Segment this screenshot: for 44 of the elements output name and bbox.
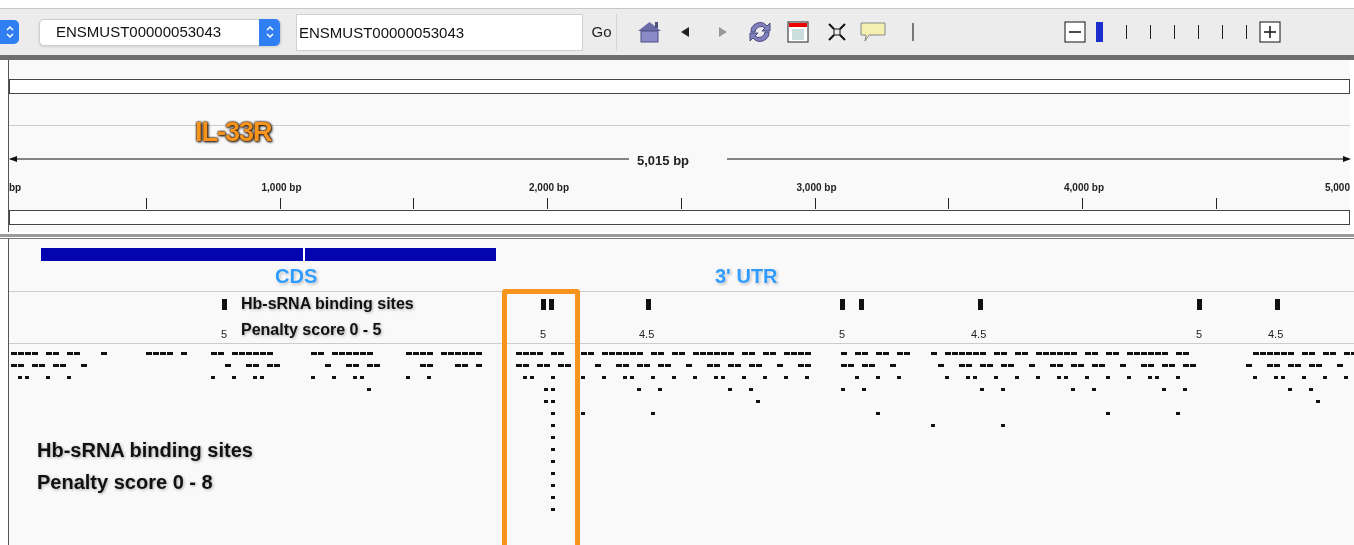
home-icon[interactable] — [636, 20, 663, 44]
score-label: 5 — [540, 327, 547, 342]
track-label: Hb-sRNA binding sites — [241, 294, 414, 314]
score-label: 4.5 — [639, 327, 655, 342]
fit-icon[interactable] — [828, 23, 846, 41]
zoom-slider-thumb[interactable] — [1096, 22, 1103, 42]
track-label: Penalty score 0 - 5 — [241, 320, 383, 340]
go-button[interactable]: Go — [587, 13, 617, 51]
site-marker — [840, 299, 845, 310]
zoom-slider[interactable] — [1096, 21, 1247, 43]
region-label: 3' UTR — [715, 264, 778, 289]
score-label: 4.5 — [971, 327, 987, 342]
span-label: 5,015 bp — [637, 152, 690, 170]
site-marker — [1197, 299, 1202, 310]
site-marker — [859, 299, 864, 310]
tick-label: 1,000 bp — [261, 181, 302, 195]
track-label: Hb-sRNA binding sites — [37, 439, 253, 461]
site-marker — [1275, 299, 1280, 310]
zoom-out-icon[interactable] — [1064, 21, 1086, 43]
locus-select[interactable]: ENSMUST00000053043 — [39, 18, 281, 46]
tick-label: 2,000 bp — [529, 181, 570, 195]
gene-annotation: IL-33R — [195, 116, 272, 149]
score-label: 4.5 — [1268, 327, 1284, 342]
region-icon[interactable] — [787, 21, 809, 43]
score-label: 5 — [1196, 327, 1203, 342]
tick-label: 4,000 bp — [1064, 181, 1105, 195]
stepper-icon — [259, 18, 280, 46]
tick-label: 5,000 — [1324, 181, 1350, 195]
back-icon[interactable] — [680, 26, 690, 38]
site-marker — [222, 299, 227, 310]
track-label: Penalty score 0 - 8 — [37, 471, 214, 493]
score-label: 5 — [221, 327, 228, 342]
site-marker — [541, 299, 546, 310]
tick-label: 3,000 bp — [796, 181, 837, 195]
tick-label: bp — [9, 181, 22, 195]
region-label: CDS — [275, 264, 318, 289]
search-field[interactable]: ENSMUST00000053043 — [296, 13, 583, 51]
stepper-icon[interactable] — [0, 20, 19, 44]
site-marker — [646, 299, 651, 310]
zoom-in-icon[interactable] — [1259, 21, 1281, 43]
score-label: 5 — [839, 327, 846, 342]
site-marker — [549, 299, 554, 310]
toolbar-separator — [912, 23, 914, 41]
site-marker — [978, 299, 983, 310]
